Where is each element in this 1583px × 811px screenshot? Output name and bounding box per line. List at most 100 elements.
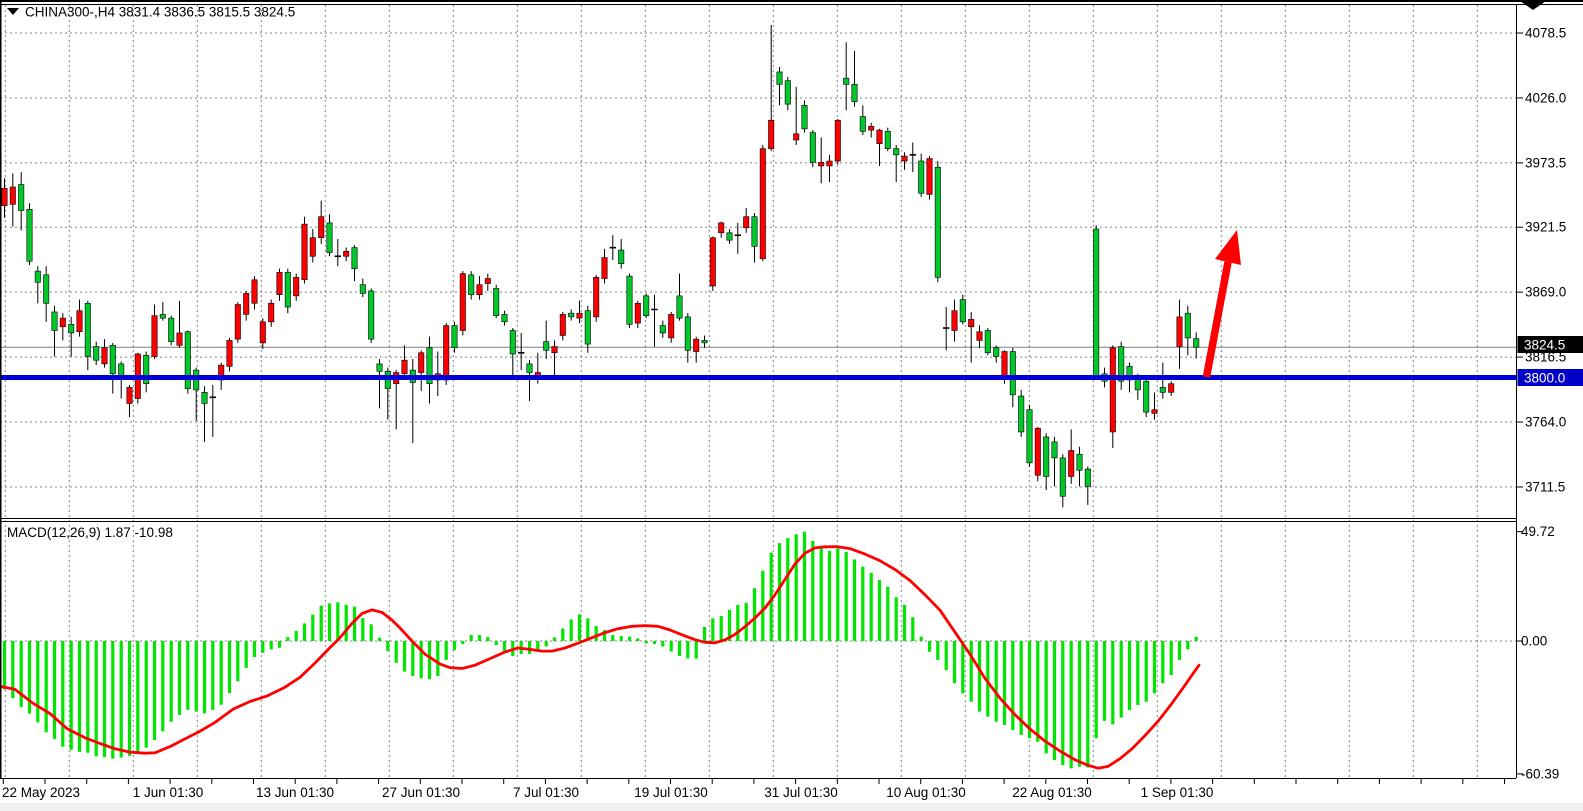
macd-histogram-bar: [95, 641, 98, 756]
candle-up: [477, 285, 482, 295]
macd-histogram-bar: [495, 641, 498, 645]
macd-histogram-bar: [703, 627, 706, 641]
price-axis-label: 3711.5: [1525, 479, 1565, 494]
macd-histogram-bar: [886, 587, 889, 641]
macd-histogram-bar: [678, 641, 681, 656]
candle-down: [110, 345, 115, 373]
macd-histogram-bar: [136, 641, 139, 752]
candle-down: [494, 288, 499, 315]
macd-histogram-bar: [903, 605, 906, 641]
macd-histogram-bar: [1103, 641, 1106, 721]
candle-up: [760, 149, 765, 259]
candle-up: [277, 272, 282, 294]
macd-histogram-bar: [645, 641, 648, 643]
candle-up: [669, 314, 674, 338]
candle-up: [1152, 410, 1157, 414]
macd-histogram-bar: [661, 641, 664, 647]
candle-up: [977, 332, 982, 341]
candle-up: [310, 238, 315, 257]
candle-up: [1110, 348, 1115, 432]
macd-histogram-bar: [578, 614, 581, 641]
macd-histogram-bar: [411, 641, 414, 676]
candle-down: [752, 217, 757, 247]
candle-down: [785, 81, 790, 105]
chart-background: [0, 0, 1583, 811]
candle-down: [169, 318, 174, 342]
macd-histogram-bar: [611, 635, 614, 641]
chart-canvas[interactable]: CHINA300-,H4 3831.4 3836.5 3815.5 3824.5…: [0, 0, 1583, 811]
macd-histogram-bar: [936, 641, 939, 660]
macd-axis-label: -60.39: [1521, 766, 1559, 781]
macd-histogram-bar: [686, 641, 689, 658]
candle-down: [885, 131, 890, 148]
candle-up: [294, 277, 299, 296]
macd-histogram-bar: [195, 641, 198, 712]
macd-histogram-bar: [920, 637, 923, 641]
candle-up: [927, 159, 932, 195]
macd-histogram-bar: [895, 597, 898, 641]
time-axis-label: 31 Jul 01:30: [764, 785, 838, 800]
candle-down: [919, 161, 924, 193]
macd-histogram-bar: [20, 641, 23, 707]
candle-up: [260, 322, 265, 343]
candle-up: [794, 134, 799, 140]
candle-down: [1010, 352, 1015, 395]
macd-histogram-bar: [103, 641, 106, 757]
macd-histogram-bar: [370, 624, 373, 641]
macd-histogram-bar: [1095, 641, 1098, 738]
macd-histogram-bar: [111, 641, 114, 759]
candle-down: [160, 314, 165, 318]
candle-up: [710, 238, 715, 286]
candle-up: [719, 223, 724, 233]
macd-histogram-bar: [236, 641, 239, 681]
candle-up: [1002, 352, 1007, 379]
candle-up: [1177, 317, 1182, 347]
candle-up: [835, 120, 840, 161]
macd-histogram-bar: [170, 641, 173, 722]
macd-histogram-bar: [861, 567, 864, 641]
macd-histogram-bar: [303, 623, 306, 641]
macd-histogram-bar: [811, 541, 814, 641]
macd-histogram-bar: [461, 641, 464, 644]
candle-down: [544, 342, 549, 351]
candle-down: [894, 149, 899, 155]
macd-histogram-bar: [761, 571, 764, 641]
candle-down: [1044, 437, 1049, 477]
macd-histogram-bar: [270, 641, 273, 649]
macd-histogram-bar: [120, 641, 123, 758]
macd-histogram-bar: [53, 641, 56, 739]
candle-down: [35, 271, 40, 282]
macd-label: MACD(12,26,9) 1.87 -10.98: [7, 525, 173, 540]
time-axis-label: 1 Sep 01:30: [1141, 785, 1214, 800]
candle-up: [877, 130, 882, 144]
candle-up: [635, 303, 640, 323]
candle-up: [269, 303, 274, 322]
macd-histogram-bar: [1053, 641, 1056, 760]
time-axis-label: 10 Aug 01:30: [886, 785, 966, 800]
time-axis-label: 13 Jun 01:30: [256, 785, 334, 800]
macd-histogram-bar: [1086, 641, 1089, 768]
macd-histogram-bar: [278, 641, 281, 648]
time-axis-label: 19 Jul 01:30: [634, 785, 708, 800]
candle-down: [52, 312, 57, 331]
macd-histogram-bar: [545, 641, 548, 647]
macd-histogram-bar: [853, 559, 856, 641]
candle-down: [585, 311, 590, 344]
macd-histogram-bar: [1195, 637, 1198, 641]
candle-up: [460, 274, 465, 331]
macd-histogram-bar: [745, 603, 748, 641]
macd-histogram-bar: [295, 631, 298, 641]
candle-up: [819, 162, 824, 166]
candle-down: [935, 167, 940, 277]
macd-histogram-bar: [286, 637, 289, 641]
candle-down: [369, 291, 374, 339]
candle-down: [502, 314, 507, 321]
candle-down: [27, 209, 32, 261]
candle-up: [577, 313, 582, 318]
macd-histogram-bar: [736, 605, 739, 641]
candle-up: [152, 316, 157, 357]
candle-down: [85, 303, 90, 356]
candle-up: [1169, 384, 1174, 393]
candle-up: [827, 161, 832, 166]
candle-down: [802, 105, 807, 129]
